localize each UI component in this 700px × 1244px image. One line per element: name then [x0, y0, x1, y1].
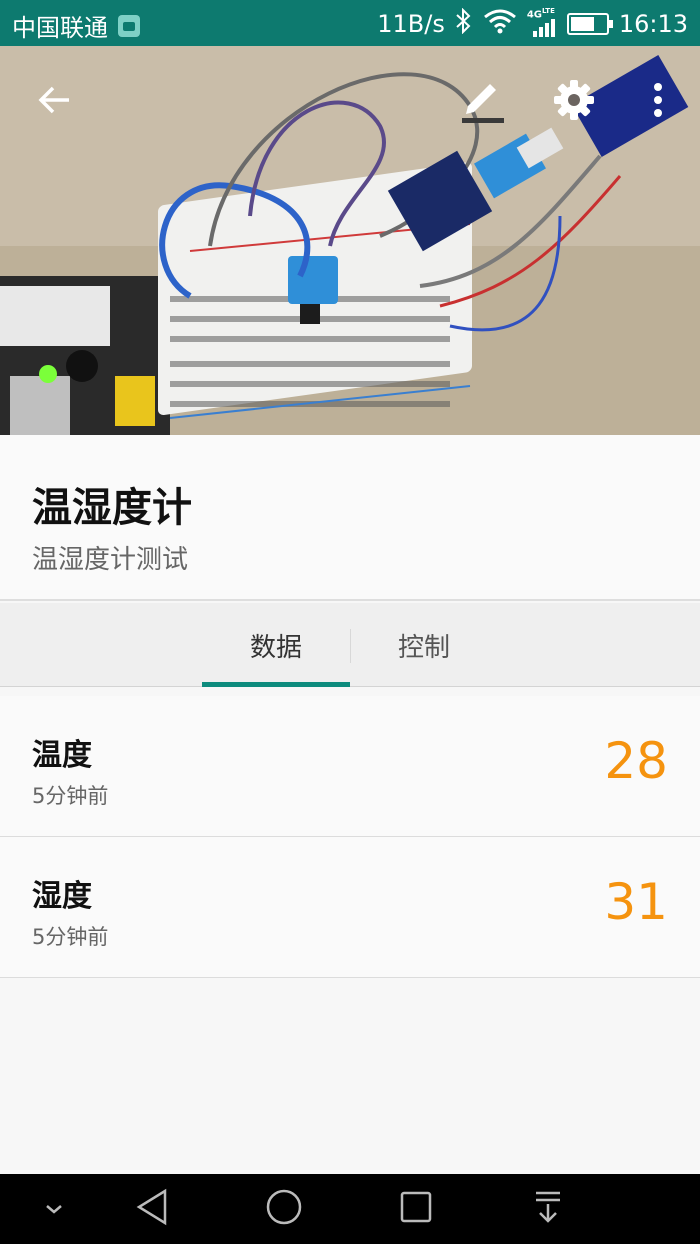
data-row-time: 5分钟前: [32, 784, 109, 808]
gear-icon: [553, 79, 595, 125]
status-bar-right: 11B/s 4GLTE 16:13: [377, 7, 688, 40]
tab-selected-indicator: [202, 682, 350, 687]
header-photo: [0, 46, 700, 435]
bluetooth-icon: [455, 7, 473, 40]
tab-bar: 数据 控制: [0, 603, 700, 687]
data-row-name: 温度: [32, 738, 92, 773]
edit-button[interactable]: [454, 74, 510, 130]
data-row-temperature[interactable]: 温度 5分钟前 28: [0, 696, 700, 837]
chevron-down-icon: [44, 1200, 64, 1219]
device-subtitle: 温湿度计测试: [32, 545, 189, 575]
settings-button[interactable]: [546, 74, 602, 130]
nav-collapse-button[interactable]: [14, 1174, 94, 1244]
triangle-back-icon: [135, 1188, 169, 1230]
pull-down-notifications-icon: [533, 1190, 563, 1228]
nav-home-button[interactable]: [244, 1174, 324, 1244]
wifi-icon: [483, 8, 517, 40]
arrow-back-icon: [37, 85, 71, 119]
square-recent-icon: [399, 1190, 433, 1228]
navigation-bar: [0, 1174, 700, 1244]
more-options-button[interactable]: [630, 74, 686, 130]
more-vert-icon: [653, 82, 663, 122]
status-bar: 中国联通 11B/s 4GLTE 16:13: [0, 0, 700, 46]
data-row-time: 5分钟前: [32, 925, 109, 949]
data-row-value: 28: [604, 732, 668, 790]
tab-data[interactable]: 数据: [202, 603, 350, 687]
battery-charging-icon: [566, 13, 613, 35]
device-title: 温湿度计: [32, 485, 192, 531]
device-info-card: 温湿度计 温湿度计测试: [0, 435, 700, 601]
nav-recent-button[interactable]: [376, 1174, 456, 1244]
tab-control[interactable]: 控制: [350, 603, 498, 687]
cellular-signal-icon: 4GLTE: [527, 7, 557, 37]
carrier-name: 中国联通: [12, 14, 108, 42]
circle-home-icon: [265, 1188, 303, 1230]
data-row-humidity[interactable]: 湿度 5分钟前 31: [0, 837, 700, 978]
android-notification-icon: [118, 14, 140, 37]
back-button[interactable]: [26, 74, 82, 130]
edit-pencil-icon: [458, 76, 506, 128]
nav-notifications-button[interactable]: [508, 1174, 588, 1244]
status-bar-left: 中国联通: [12, 8, 140, 43]
data-row-name: 湿度: [32, 879, 92, 914]
clock: 16:13: [618, 10, 688, 38]
network-speed: 11B/s: [377, 10, 445, 38]
nav-back-button[interactable]: [112, 1174, 192, 1244]
data-row-value: 31: [604, 873, 668, 931]
